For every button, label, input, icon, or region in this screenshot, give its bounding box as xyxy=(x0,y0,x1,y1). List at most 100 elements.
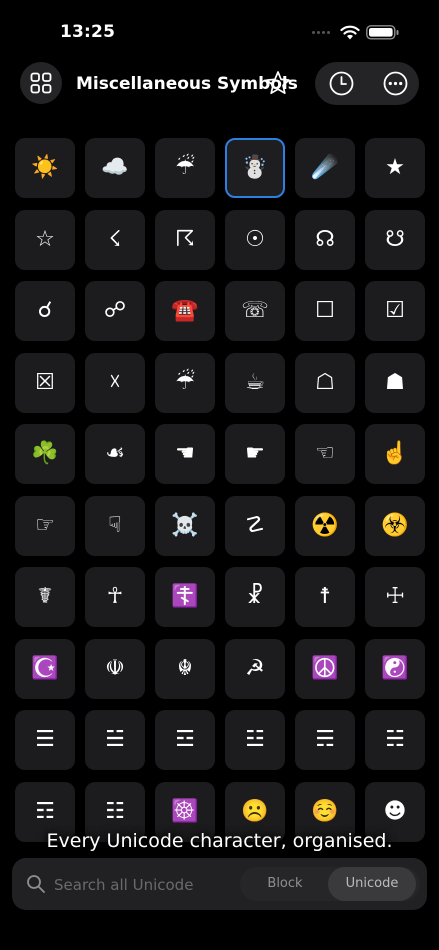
character-glyph: ☋ xyxy=(385,226,405,252)
character-cell[interactable]: ☙ xyxy=(85,424,145,484)
character-glyph: ☳ xyxy=(245,727,265,752)
character-cell[interactable]: ☇ xyxy=(85,209,145,270)
character-cell[interactable]: ☘️ xyxy=(15,424,75,484)
character-cell[interactable]: ☲ xyxy=(155,710,215,770)
character-glyph: ☮️ xyxy=(311,655,339,681)
character-glyph: ☲ xyxy=(175,727,195,752)
character-cell[interactable]: ☛ xyxy=(225,424,285,484)
blocks-menu-button[interactable] xyxy=(20,62,62,104)
character-cell[interactable]: ☖ xyxy=(295,352,355,413)
character-cell[interactable]: ☜ xyxy=(295,424,355,484)
character-glyph: ☄️ xyxy=(311,155,339,180)
character-glyph: ☝️ xyxy=(381,441,409,466)
character-cell[interactable]: ☯️ xyxy=(365,638,425,699)
character-cell[interactable]: ☦️ xyxy=(155,567,215,627)
character-cell[interactable]: ☃️ xyxy=(225,138,285,198)
character-glyph: ☒ xyxy=(35,369,55,395)
character-cell[interactable]: ☁️ xyxy=(85,138,145,198)
character-cell[interactable]: ☨ xyxy=(295,567,355,627)
character-cell[interactable]: ☝️ xyxy=(365,424,425,484)
character-cell[interactable]: ☆ xyxy=(15,209,75,270)
character-glyph: ☊ xyxy=(315,226,335,252)
bottom-fade xyxy=(0,910,439,950)
character-glyph: ☨ xyxy=(319,584,331,609)
more-options-icon[interactable] xyxy=(382,70,409,97)
character-cell[interactable]: ☵ xyxy=(365,710,425,770)
character-glyph: ☛ xyxy=(245,441,265,466)
character-glyph: ☧ xyxy=(246,584,264,609)
character-glyph: ☚ xyxy=(175,441,195,466)
character-glyph: ☀️ xyxy=(31,155,59,180)
character-glyph: ☶ xyxy=(35,798,55,824)
wifi-icon xyxy=(340,25,360,40)
character-glyph: ☎️ xyxy=(171,298,199,323)
character-cell[interactable]: ☋ xyxy=(365,209,425,270)
character-cell[interactable]: ☤ xyxy=(15,567,75,627)
character-cell[interactable]: ☀️ xyxy=(15,138,75,198)
character-cell[interactable]: ☰ xyxy=(15,710,75,770)
scope-block-button[interactable]: Block xyxy=(240,867,330,901)
history-clock-icon[interactable] xyxy=(328,70,355,97)
character-glyph: ☢️ xyxy=(311,512,339,538)
character-cell[interactable]: ☒ xyxy=(15,352,75,413)
character-cell[interactable]: ☪️ xyxy=(15,638,75,699)
character-glyph: ☈ xyxy=(175,226,195,252)
character-cell[interactable]: ☥ xyxy=(85,567,145,627)
search-bar: Block Unicode xyxy=(12,858,427,910)
character-glyph: ☪️ xyxy=(31,655,59,681)
character-cell[interactable]: ☐ xyxy=(295,281,355,341)
search-input[interactable] xyxy=(52,871,246,899)
character-cell[interactable]: ☕ xyxy=(225,352,285,413)
character-glyph: ☐ xyxy=(315,298,335,323)
character-glyph: ★ xyxy=(385,155,405,180)
character-cell[interactable]: ☌ xyxy=(15,281,75,341)
character-glyph: ☰ xyxy=(35,727,55,752)
character-cell[interactable]: ☗ xyxy=(365,352,425,413)
character-cell[interactable]: ☧ xyxy=(225,567,285,627)
character-glyph: ☌ xyxy=(37,298,53,323)
character-glyph: ☬ xyxy=(177,655,193,681)
character-glyph: ☗ xyxy=(385,369,405,395)
character-glyph: ☟ xyxy=(108,512,122,538)
character-cell[interactable]: ★ xyxy=(365,138,425,198)
scope-unicode-button[interactable]: Unicode xyxy=(328,867,416,901)
character-cell[interactable]: ☑ xyxy=(365,281,425,341)
character-cell[interactable]: ☡ xyxy=(225,495,285,556)
search-icon xyxy=(27,875,45,893)
character-cell[interactable]: ☏ xyxy=(225,281,285,341)
character-glyph: ☕ xyxy=(245,369,265,395)
favorite-star-icon[interactable] xyxy=(265,70,291,96)
character-glyph: ☠️ xyxy=(171,512,199,538)
character-glyph: ☡ xyxy=(245,512,265,538)
character-cell[interactable]: ☬ xyxy=(155,638,215,699)
character-glyph: ☍ xyxy=(103,298,127,323)
character-glyph: ☁️ xyxy=(101,155,129,180)
character-cell[interactable]: ☮️ xyxy=(295,638,355,699)
character-cell[interactable]: ☭ xyxy=(225,638,285,699)
character-cell[interactable]: ☓ xyxy=(85,352,145,413)
character-cell[interactable]: ☠️ xyxy=(155,495,215,556)
character-cell[interactable]: ☔ xyxy=(155,352,215,413)
character-cell[interactable]: ☍ xyxy=(85,281,145,341)
character-cell[interactable]: ☈ xyxy=(155,209,215,270)
character-cell[interactable]: ☫ xyxy=(85,638,145,699)
character-cell[interactable]: ☱ xyxy=(85,710,145,770)
character-glyph: ☱ xyxy=(105,727,125,752)
character-cell[interactable]: ☢️ xyxy=(295,495,355,556)
character-cell[interactable]: ☔ xyxy=(155,138,215,198)
character-cell[interactable]: ☟ xyxy=(85,495,145,556)
character-glyph: ☷ xyxy=(105,798,125,824)
character-glyph: ☓ xyxy=(109,369,121,395)
character-glyph: ☣️ xyxy=(381,512,409,538)
character-cell[interactable]: ☴ xyxy=(295,710,355,770)
character-cell[interactable]: ☞ xyxy=(15,495,75,556)
character-cell[interactable]: ☉ xyxy=(225,209,285,270)
character-cell[interactable]: ☄️ xyxy=(295,138,355,198)
character-cell[interactable]: ☩ xyxy=(365,567,425,627)
character-glyph: ☫ xyxy=(105,655,125,681)
character-cell[interactable]: ☣️ xyxy=(365,495,425,556)
character-cell[interactable]: ☚ xyxy=(155,424,215,484)
character-cell[interactable]: ☳ xyxy=(225,710,285,770)
character-cell[interactable]: ☊ xyxy=(295,209,355,270)
character-cell[interactable]: ☎️ xyxy=(155,281,215,341)
